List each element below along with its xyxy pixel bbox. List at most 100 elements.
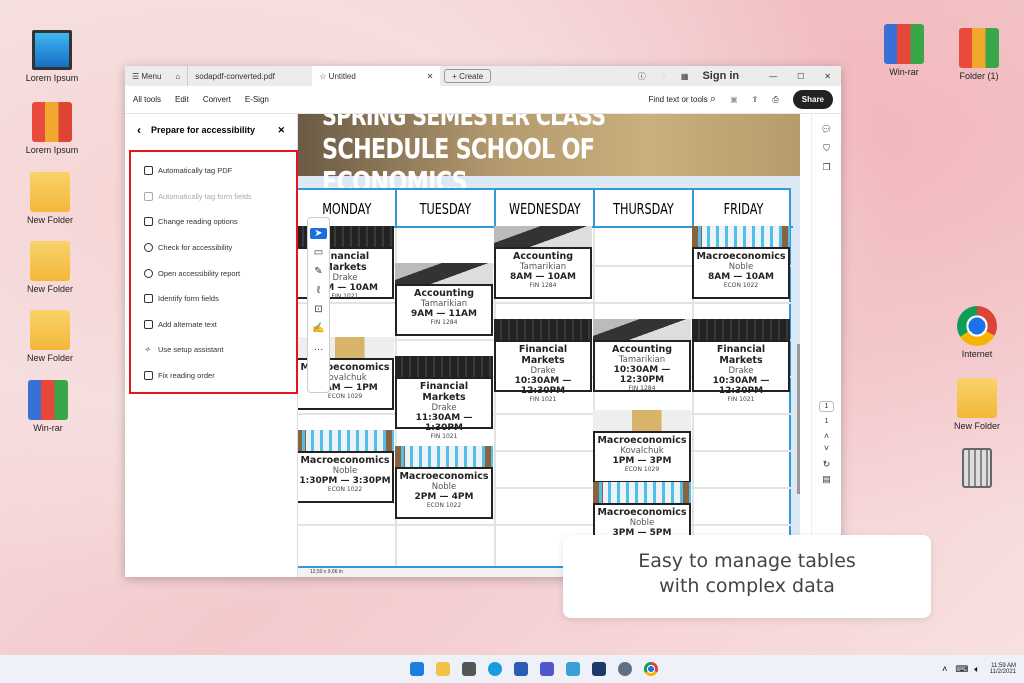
vertical-scrollbar[interactable] — [797, 344, 800, 494]
paint-icon[interactable] — [566, 662, 580, 676]
floating-tool-palette: ➤ ▭ ✎ ℓ ⊡ ✍ … — [307, 217, 330, 393]
desktop-icon-folder[interactable]: New Folder — [15, 241, 85, 294]
tool-check-accessibility[interactable]: Check for accessibility — [131, 235, 296, 261]
clock[interactable]: 11:59 AM 11/2/2021 — [990, 663, 1016, 675]
tab-sodapdf[interactable]: sodapdf-converted.pdf — [187, 66, 312, 86]
toolbar-convert[interactable]: Convert — [203, 95, 231, 104]
more-tools-icon[interactable]: … — [314, 342, 324, 353]
tool-fix-reading-order[interactable]: Fix reading order — [131, 363, 296, 389]
bookmark-icon[interactable]: ⛉ — [823, 143, 830, 154]
tool-identify-form-fields[interactable]: Identify form fields — [131, 286, 296, 312]
class-card[interactable]: Accounting Tamarikian 9AM — 11AM FIN 1284 — [395, 263, 493, 336]
document-canvas[interactable]: SPRING SEMESTER CLASS SCHEDULE SCHOOL OF… — [298, 114, 800, 568]
maximize-button[interactable]: ☐ — [787, 66, 814, 86]
text-box-tool-icon[interactable]: ⊡ — [314, 304, 322, 315]
tool-setup-assistant[interactable]: ✧ Use setup assistant — [131, 337, 296, 363]
home-icon[interactable]: ⌂ — [168, 66, 187, 86]
desktop-icon-binders[interactable]: Lorem Ipsum — [17, 102, 87, 155]
store-icon[interactable] — [514, 662, 528, 676]
desktop-icon-folder[interactable]: New Folder — [15, 172, 85, 225]
desktop-icon-winrar[interactable]: Win-rar — [13, 380, 83, 433]
toolbar-edit[interactable]: Edit — [175, 95, 189, 104]
pages-icon[interactable]: ❐ — [822, 162, 830, 173]
tool-open-report[interactable]: Open accessibility report — [131, 260, 296, 286]
toolbar-esign[interactable]: E-Sign — [245, 95, 269, 104]
panel-title: Prepare for accessibility — [151, 125, 256, 135]
class-card[interactable]: Financial Markets Drake 11:30AM — 1:30PM FI… — [395, 356, 493, 440]
next-page-icon[interactable]: ˅ — [824, 443, 829, 453]
class-card[interactable]: Financial Markets Drake 10:30AM — 12:30PM F… — [692, 319, 790, 403]
teams-icon[interactable] — [540, 662, 554, 676]
class-card[interactable]: Financial Markets Drake 10:30AM — 12:30PM F… — [494, 319, 592, 403]
pdf-app-icon[interactable] — [592, 662, 606, 676]
class-image — [494, 226, 592, 247]
class-code: FIN 1021 — [430, 433, 458, 440]
tool-label: Open accessibility report — [158, 268, 241, 278]
back-icon[interactable]: ‹ — [137, 123, 141, 137]
refresh-icon[interactable]: ↻ — [823, 459, 831, 470]
desktop-icon-folder[interactable]: New Folder — [15, 310, 85, 363]
desktop-icon-winrar[interactable]: Win-rar — [869, 24, 939, 77]
sign-tool-icon[interactable]: ✍ — [312, 323, 324, 334]
class-code: ECON 1029 — [624, 466, 660, 473]
tab-untitled[interactable]: ☆ Untitled ✕ — [312, 66, 441, 86]
class-instructor: Tamarikian — [519, 262, 567, 272]
recycle-bin-icon[interactable] — [942, 448, 1012, 491]
chrome-icon[interactable] — [644, 662, 658, 676]
file-explorer-icon[interactable] — [436, 662, 450, 676]
toolbar-all-tools[interactable]: All tools — [133, 95, 161, 104]
class-info: Macroeconomics Noble 1:30PM — 3:30PM ECON 1… — [298, 451, 394, 503]
class-card[interactable]: Accounting Tamarikian 10:30AM — 12:30PM FIN… — [593, 319, 691, 392]
desktop-icon-label: Internet — [961, 349, 993, 359]
bell-icon[interactable]: ♢ — [653, 66, 674, 86]
class-info: Accounting Tamarikian 10:30AM — 12:30PM FIN… — [593, 340, 691, 392]
minimize-button[interactable]: — — [759, 66, 787, 86]
class-title: Financial Markets — [419, 381, 469, 403]
pen-tool-icon[interactable]: ✎ — [314, 266, 322, 277]
class-card[interactable]: Macroeconomics Kovalchuk 1PM — 3PM ECON 102… — [593, 410, 691, 483]
close-tab-icon[interactable]: ✕ — [427, 72, 434, 81]
camera-icon[interactable] — [462, 662, 476, 676]
apps-grid-icon[interactable]: ▦ — [674, 66, 696, 86]
class-card[interactable]: Accounting Tamarikian 8AM — 10AM FIN 1284 — [494, 226, 592, 299]
upload-icon[interactable]: ⇪ — [752, 95, 759, 104]
class-card[interactable]: Macroeconomics Noble 2PM — 4PM ECON 1022 — [395, 446, 493, 519]
class-card[interactable]: Macroeconomics Noble 8AM — 10AM ECON 1022 — [692, 226, 790, 299]
form-field-icon — [144, 294, 153, 304]
desktop-icon-computer[interactable]: Lorem Ipsum — [17, 30, 87, 83]
comments-icon[interactable]: 💬︎ — [821, 124, 832, 135]
save-icon[interactable]: ▣ — [730, 95, 738, 104]
help-icon[interactable]: ⓘ — [631, 66, 653, 86]
tool-auto-tag-pdf[interactable]: Automatically tag PDF — [131, 158, 296, 184]
volume-icon[interactable]: 🔈︎ — [974, 664, 979, 675]
desktop-icon-chrome[interactable]: Internet — [942, 306, 1012, 359]
day-header: FRIDAY — [694, 190, 793, 228]
share-button[interactable]: Share — [792, 90, 833, 109]
desktop-icon-label: New Folder — [26, 215, 73, 225]
menu-button[interactable]: ☰ Menu — [125, 66, 168, 86]
close-window-button[interactable]: ✕ — [814, 66, 841, 86]
close-panel-icon[interactable]: ✕ — [277, 125, 285, 136]
tray-chevron-icon[interactable]: ˄ — [942, 664, 947, 674]
class-card[interactable]: Macroeconomics Noble 1:30PM — 3:30PM ECON 1… — [298, 430, 394, 503]
caption-line2: with complex data — [659, 575, 835, 597]
desktop-icon-binders[interactable]: Folder (1) — [944, 28, 1014, 81]
tool-change-reading-options[interactable]: Change reading options — [131, 209, 296, 235]
page-tools-icon[interactable]: ▤ — [822, 474, 831, 485]
previous-page-icon[interactable]: ˄ — [824, 431, 829, 441]
network-icon[interactable]: ⌨ — [955, 664, 968, 675]
select-tool-icon[interactable]: ➤ — [310, 228, 327, 239]
start-icon[interactable] — [410, 662, 424, 676]
day-header: TUESDAY — [397, 190, 496, 228]
find-tools-button[interactable]: Find text or tools ⌕ — [649, 93, 717, 106]
sign-in-button[interactable]: Sign in — [695, 66, 759, 86]
settings-icon[interactable] — [618, 662, 632, 676]
desktop-icon-folder[interactable]: New Folder — [942, 378, 1012, 431]
create-button[interactable]: + Create — [444, 69, 492, 83]
lasso-tool-icon[interactable]: ℓ — [317, 285, 320, 296]
comment-tool-icon[interactable]: ▭ — [314, 247, 323, 258]
tool-add-alt-text[interactable]: Add alternate text — [131, 312, 296, 338]
page-number-input[interactable]: 1 — [818, 401, 835, 412]
edge-icon[interactable] — [488, 662, 502, 676]
print-icon[interactable]: ⎙ — [772, 95, 778, 105]
